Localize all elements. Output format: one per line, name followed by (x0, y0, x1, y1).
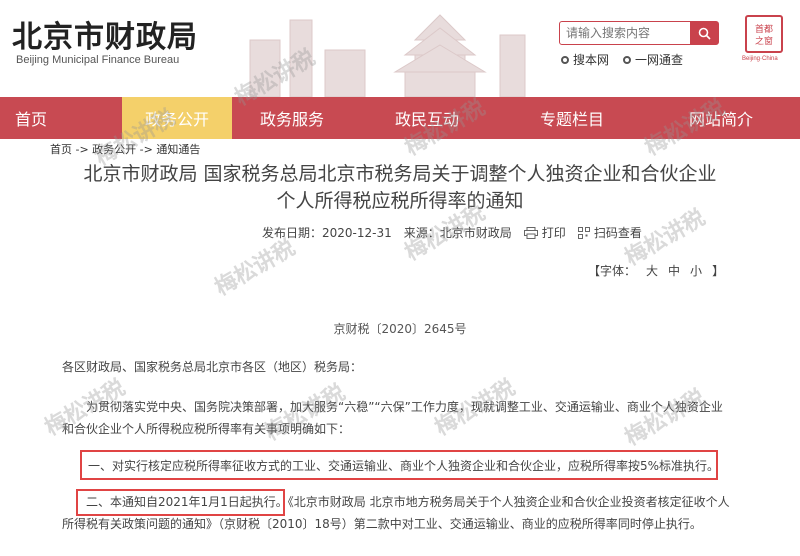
beijing-seal-logo[interactable]: 首都 之窗 (745, 15, 783, 53)
search-box (559, 21, 719, 45)
article-meta: 发布日期：2020-12-31 来源：北京市财政局 打印 扫码查看 (262, 224, 642, 241)
page: 北京市财政局 Beijing Municipal Finance Bureau (0, 0, 800, 556)
nav-special-topics[interactable]: 专题栏目 (502, 97, 642, 139)
svg-text:首都: 首都 (755, 23, 773, 35)
font-size-selector: 【字体： 大 中 小 】 (588, 262, 724, 279)
nav-services[interactable]: 政务服务 (232, 97, 352, 139)
radio-icon (623, 55, 632, 64)
nav-interaction[interactable]: 政民互动 (352, 97, 502, 139)
nav-home[interactable]: 首页 (0, 97, 62, 139)
main-nav: 首页 政务公开 政务服务 政民互动 专题栏目 网站简介 (0, 97, 800, 139)
paragraph-intro: 为贯彻落实党中央、国务院决策部署，加大服务“六稳”“六保”工作力度，现就调整工业… (62, 400, 723, 436)
scan-qr-button[interactable]: 扫码查看 (577, 224, 642, 241)
scan-label: 扫码查看 (593, 226, 642, 240)
print-label: 打印 (541, 226, 566, 240)
search-button[interactable] (690, 22, 718, 44)
printer-icon (523, 226, 538, 239)
font-size-close: 】 (712, 264, 725, 278)
search-site-link[interactable]: 搜本网 (561, 51, 609, 68)
source-label: 来源： (403, 226, 440, 240)
breadcrumb[interactable]: 首页 -> 政务公开 -> 通知通告 (50, 141, 200, 157)
nav-government-affairs[interactable]: 政务公开 (122, 97, 232, 139)
article-title: 北京市财政局 国家税务总局北京市税务局关于调整个人独资企业和合伙企业 个人所得税… (40, 161, 760, 215)
paragraph-item-2: 二、本通知自2021年1月1日起执行。《北京市财政局 北京市地方税务局关于个人独… (62, 495, 730, 531)
article-title-line1: 北京市财政局 国家税务总局北京市税务局关于调整个人独资企业和合伙企业 (83, 163, 717, 185)
site-title[interactable]: 北京市财政局 (12, 12, 198, 56)
article-title-line2: 个人所得税应税所得率的通知 (276, 190, 524, 212)
document-number: 京财税〔2020〕2645号 (333, 322, 467, 336)
header: 北京市财政局 Beijing Municipal Finance Bureau (0, 0, 800, 97)
font-size-label: 【字体： (588, 264, 637, 278)
skyline-illustration (249, 14, 526, 97)
publish-date: 2020-12-31 (322, 226, 392, 240)
site-subtitle: Beijing Municipal Finance Bureau (16, 54, 180, 66)
font-size-small[interactable]: 小 (690, 262, 702, 279)
publish-label: 发布日期： (262, 226, 323, 240)
search-icon (698, 27, 711, 40)
search-site-label: 搜本网 (573, 53, 610, 67)
print-button[interactable]: 打印 (523, 224, 566, 241)
paragraph-item-1: 一、对实行核定应税所得率征收方式的工业、交通运输业、商业个人独资企业和合伙企业，… (88, 459, 720, 473)
search-input[interactable] (560, 22, 690, 44)
seal-caption: Beijing·China (742, 56, 778, 62)
source-value: 北京市财政局 (439, 226, 512, 240)
one-net-search-link[interactable]: 一网通查 (623, 51, 683, 68)
one-net-search-label: 一网通查 (635, 53, 684, 67)
font-size-large[interactable]: 大 (646, 262, 658, 279)
paragraph-addressee: 各区财政局、国家税务总局北京市各区（地区）税务局： (62, 360, 363, 374)
svg-text:之窗: 之窗 (755, 35, 773, 47)
quick-links: 搜本网 一网通查 (561, 51, 683, 68)
font-size-medium[interactable]: 中 (668, 262, 680, 279)
nav-about[interactable]: 网站简介 (642, 97, 800, 139)
qr-code-icon (577, 226, 590, 239)
radio-icon (561, 55, 569, 64)
